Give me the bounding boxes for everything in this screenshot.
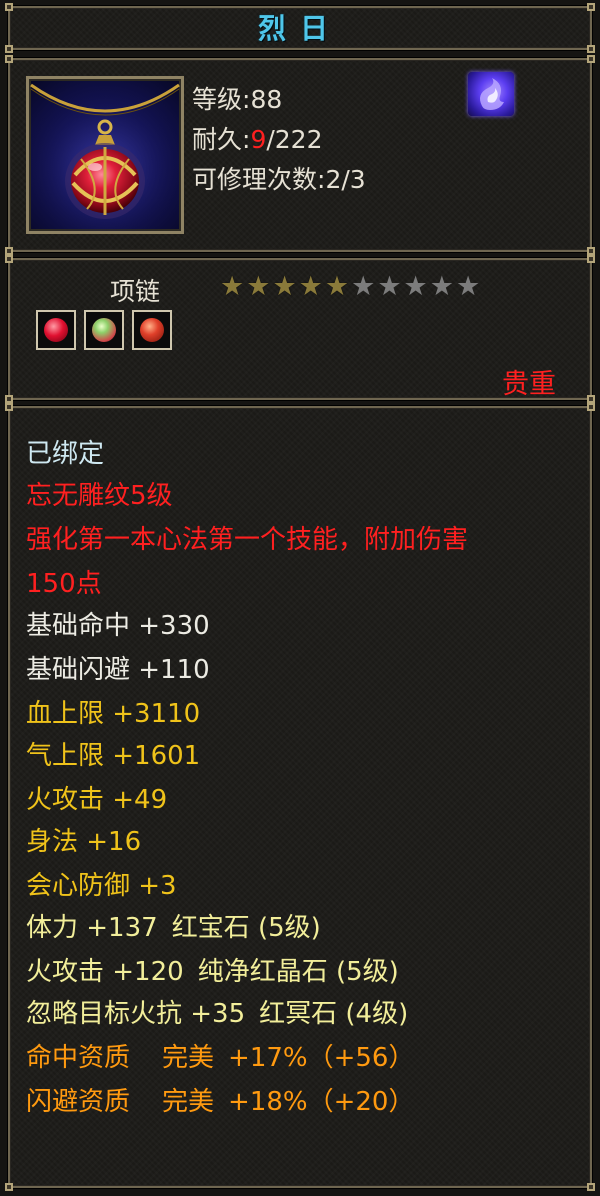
attribute-text: 基础命中 +330: [26, 611, 210, 641]
attribute-line: 150点: [26, 566, 116, 602]
durability-label: 耐久:: [192, 125, 251, 154]
frame-corner: [5, 55, 13, 63]
star-filled-icon: ★: [220, 271, 245, 302]
frame-corner: [587, 395, 595, 403]
star-empty-icon: ★: [403, 271, 428, 302]
star-empty-icon: ★: [429, 271, 454, 302]
frame-corner: [587, 247, 595, 255]
item-info-panel: 等级:88 耐久:9/222 可修理次数:2/3: [5, 55, 595, 255]
attribute-text: 闪避资质: [26, 1087, 131, 1117]
star-filled-icon: ★: [298, 271, 323, 302]
star-empty-icon: ★: [377, 271, 402, 302]
durability-max: /222: [266, 125, 323, 154]
item-type-panel: 项链 ★ ★ ★ ★ ★ ★ ★ ★ ★ ★ 贵重: [5, 255, 595, 403]
attribute-text: +17%（+56）: [228, 1043, 415, 1073]
frame-corner: [5, 255, 13, 263]
item-name-title: 烈日: [257, 12, 342, 45]
level-line: 等级:88: [192, 80, 282, 116]
star-filled-icon: ★: [324, 271, 350, 302]
durability-current: 9: [250, 125, 267, 154]
flame-swirl-icon: [480, 78, 504, 110]
attribute-text: 纯净红晶石 (5级): [197, 957, 399, 987]
attribute-text: +18%（+20）: [228, 1087, 415, 1117]
repair-label: 可修理次数:: [192, 165, 326, 194]
attribute-text: 火攻击 +49: [26, 785, 168, 815]
attribute-line: 气上限 +1601: [26, 738, 214, 774]
attribute-line: 身法 +16: [26, 824, 155, 860]
attribute-line: 已绑定: [26, 436, 118, 472]
frame-corner: [587, 255, 595, 263]
attribute-line: 强化第一本心法第一个技能，附加伤害: [26, 522, 482, 558]
necklace-icon: [29, 79, 181, 231]
item-type-label: 项链: [110, 277, 161, 306]
attribute-line: 火攻击 +120 纯净红晶石 (5级): [26, 954, 413, 990]
star-rating: ★ ★ ★ ★ ★ ★ ★ ★ ★ ★: [220, 272, 480, 302]
attribute-line: 忽略目标火抗 +35 红冥石 (4级): [26, 996, 422, 1032]
attribute-line: 命中资质 完美 +17%（+56）: [26, 1040, 428, 1076]
repair-value: 2/3: [325, 165, 366, 194]
attribute-text: 已绑定: [26, 439, 105, 469]
gem-socket[interactable]: [36, 310, 76, 350]
attribute-line: 基础命中 +330: [26, 608, 224, 644]
attribute-line: 基础闪避 +110: [26, 652, 224, 688]
title-bar: 烈日: [5, 3, 595, 53]
attribute-text: 命中资质: [26, 1043, 131, 1073]
attribute-text: 完美: [162, 1087, 215, 1117]
attribute-text: 基础闪避 +110: [26, 655, 210, 685]
star-empty-icon: ★: [351, 271, 376, 302]
level-value: 88: [250, 85, 283, 114]
attribute-text: 完美: [162, 1043, 215, 1073]
attribute-text: 会心防御 +3: [26, 871, 177, 901]
star-filled-icon: ★: [272, 271, 297, 302]
attribute-line: 血上限 +3110: [26, 696, 214, 732]
frame-corner: [587, 55, 595, 63]
attribute-text: 火攻击 +120: [26, 957, 184, 987]
star-filled-icon: ★: [246, 271, 271, 302]
frame-corner: [587, 403, 595, 411]
attribute-text: 体力 +137: [26, 913, 158, 943]
frame-corner: [587, 1183, 595, 1191]
item-icon-frame[interactable]: [26, 76, 184, 234]
attribute-text: 150点: [26, 569, 102, 599]
attribute-text: 气上限 +1601: [26, 741, 201, 771]
attribute-line: 体力 +137 红宝石 (5级): [26, 910, 335, 946]
repair-line: 可修理次数:2/3: [192, 160, 366, 196]
frame-corner: [5, 1183, 13, 1191]
soul-flame-icon[interactable]: [468, 72, 514, 116]
attribute-line: 忘无雕纹5级: [26, 478, 187, 514]
attribute-line: 闪避资质 完美 +18%（+20）: [26, 1084, 428, 1120]
attribute-text: 血上限 +3110: [26, 699, 201, 729]
attribute-text: 红冥石 (4级): [259, 999, 409, 1029]
level-label: 等级:: [192, 85, 251, 114]
ruby-gem-icon: [44, 318, 68, 342]
attribute-text: 忘无雕纹5级: [26, 481, 173, 511]
rarity-label: 贵重: [502, 369, 556, 400]
gem-sockets: [36, 310, 172, 350]
attribute-text: 强化第一本心法第一个技能，附加伤害: [26, 525, 469, 555]
attribute-text: 忽略目标火抗 +35: [26, 999, 246, 1029]
star-empty-icon: ★: [455, 271, 481, 302]
gem-socket[interactable]: [84, 310, 124, 350]
attribute-text: 身法 +16: [26, 827, 142, 857]
jade-gem-icon: [92, 318, 116, 342]
attribute-panel: 已绑定忘无雕纹5级强化第一本心法第一个技能，附加伤害 150点基础命中 +330 基…: [5, 403, 595, 1191]
durability-line: 耐久:9/222: [192, 120, 322, 156]
red-crystal-gem-icon: [140, 318, 164, 342]
attribute-text: 红宝石 (5级): [171, 913, 321, 943]
frame-corner: [5, 247, 13, 255]
attribute-line: 会心防御 +3: [26, 868, 191, 904]
frame-corner: [5, 403, 13, 411]
attribute-line: 火攻击 +49: [26, 782, 181, 818]
frame-corner: [5, 395, 13, 403]
gem-socket[interactable]: [132, 310, 172, 350]
